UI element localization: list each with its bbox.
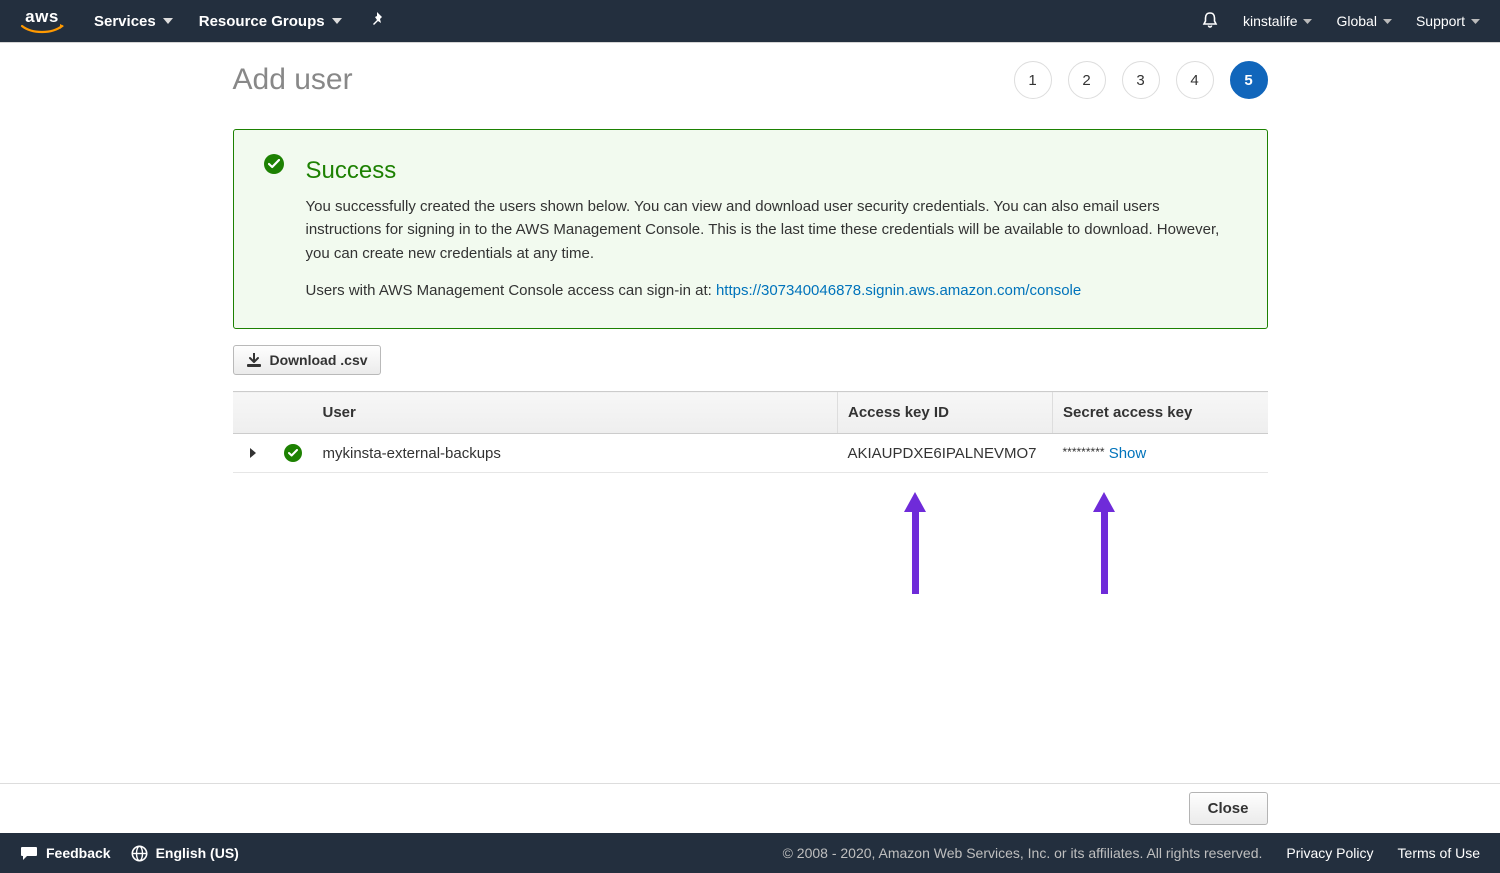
- nav-account[interactable]: kinstalife: [1243, 13, 1312, 29]
- col-user: User: [313, 392, 838, 434]
- aws-logo[interactable]: aws: [20, 8, 64, 34]
- wizard-step-3[interactable]: 3: [1122, 61, 1160, 99]
- download-csv-button[interactable]: Download .csv: [233, 345, 381, 375]
- main-content: Add user 1 2 3 4 5 Success You successfu…: [233, 43, 1268, 473]
- nav-services[interactable]: Services: [94, 13, 173, 30]
- signin-url-link[interactable]: https://307340046878.signin.aws.amazon.c…: [716, 282, 1081, 299]
- nav-support[interactable]: Support: [1416, 13, 1480, 29]
- success-icon: [264, 154, 284, 174]
- alert-body: Success You successfully created the use…: [306, 152, 1239, 302]
- top-nav: aws Services Resource Groups kinstalife …: [0, 0, 1500, 42]
- annotation-arrow: [1093, 492, 1115, 594]
- cell-secret-key: ********* Show: [1053, 434, 1268, 473]
- cell-username: mykinsta-external-backups: [313, 434, 838, 473]
- action-bar: Close: [0, 783, 1500, 833]
- nav-region-label: Global: [1336, 13, 1376, 29]
- copyright-text: © 2008 - 2020, Amazon Web Services, Inc.…: [783, 845, 1263, 861]
- feedback-label: Feedback: [46, 845, 111, 861]
- close-button[interactable]: Close: [1189, 792, 1268, 825]
- heading-row: Add user 1 2 3 4 5: [233, 61, 1268, 99]
- table-header-row: User Access key ID Secret access key: [233, 392, 1268, 434]
- language-selector[interactable]: English (US): [131, 845, 239, 862]
- feedback-link[interactable]: Feedback: [20, 845, 111, 861]
- users-table: User Access key ID Secret access key myk…: [233, 391, 1268, 473]
- caret-down-icon: [163, 18, 173, 24]
- nav-region[interactable]: Global: [1336, 13, 1391, 29]
- pin-icon[interactable]: [370, 12, 386, 31]
- table-row: mykinsta-external-backups AKIAUPDXE6IPAL…: [233, 434, 1268, 473]
- show-secret-link[interactable]: Show: [1109, 445, 1147, 462]
- nav-services-label: Services: [94, 13, 156, 30]
- alert-title: Success: [306, 152, 1239, 189]
- nav-account-label: kinstalife: [1243, 13, 1297, 29]
- globe-icon: [131, 845, 148, 862]
- aws-logo-text: aws: [25, 8, 59, 25]
- expand-row-icon[interactable]: [250, 448, 256, 458]
- wizard-step-2[interactable]: 2: [1068, 61, 1106, 99]
- success-alert: Success You successfully created the use…: [233, 129, 1268, 329]
- privacy-policy-link[interactable]: Privacy Policy: [1286, 845, 1373, 861]
- footer: Feedback English (US) © 2008 - 2020, Ama…: [0, 833, 1500, 873]
- wizard-steps: 1 2 3 4 5: [1014, 61, 1268, 99]
- col-status: [273, 392, 313, 434]
- row-status-success-icon: [284, 444, 302, 462]
- caret-down-icon: [1383, 19, 1392, 24]
- download-icon: [246, 353, 262, 368]
- language-label: English (US): [156, 845, 239, 861]
- nav-support-label: Support: [1416, 13, 1465, 29]
- col-secret-key: Secret access key: [1053, 392, 1268, 434]
- nav-resource-groups-label: Resource Groups: [199, 13, 325, 30]
- download-csv-label: Download .csv: [270, 352, 368, 368]
- caret-down-icon: [332, 18, 342, 24]
- wizard-step-1[interactable]: 1: [1014, 61, 1052, 99]
- secret-mask: *********: [1063, 445, 1105, 459]
- col-access-key: Access key ID: [838, 392, 1053, 434]
- caret-down-icon: [1471, 19, 1480, 24]
- wizard-step-4[interactable]: 4: [1176, 61, 1214, 99]
- alert-paragraph-1: You successfully created the users shown…: [306, 195, 1239, 265]
- caret-down-icon: [1303, 19, 1312, 24]
- speech-bubble-icon: [20, 845, 38, 861]
- alert-paragraph-2: Users with AWS Management Console access…: [306, 279, 1239, 302]
- aws-smile-icon: [20, 24, 64, 34]
- cell-access-key: AKIAUPDXE6IPALNEVMO7: [838, 434, 1053, 473]
- nav-resource-groups[interactable]: Resource Groups: [199, 13, 342, 30]
- wizard-step-5[interactable]: 5: [1230, 61, 1268, 99]
- terms-of-use-link[interactable]: Terms of Use: [1398, 845, 1480, 861]
- col-expand: [233, 392, 273, 434]
- annotation-arrow: [904, 492, 926, 594]
- page-title: Add user: [233, 63, 353, 97]
- alert-signin-prefix: Users with AWS Management Console access…: [306, 282, 716, 299]
- bell-icon[interactable]: [1201, 11, 1219, 32]
